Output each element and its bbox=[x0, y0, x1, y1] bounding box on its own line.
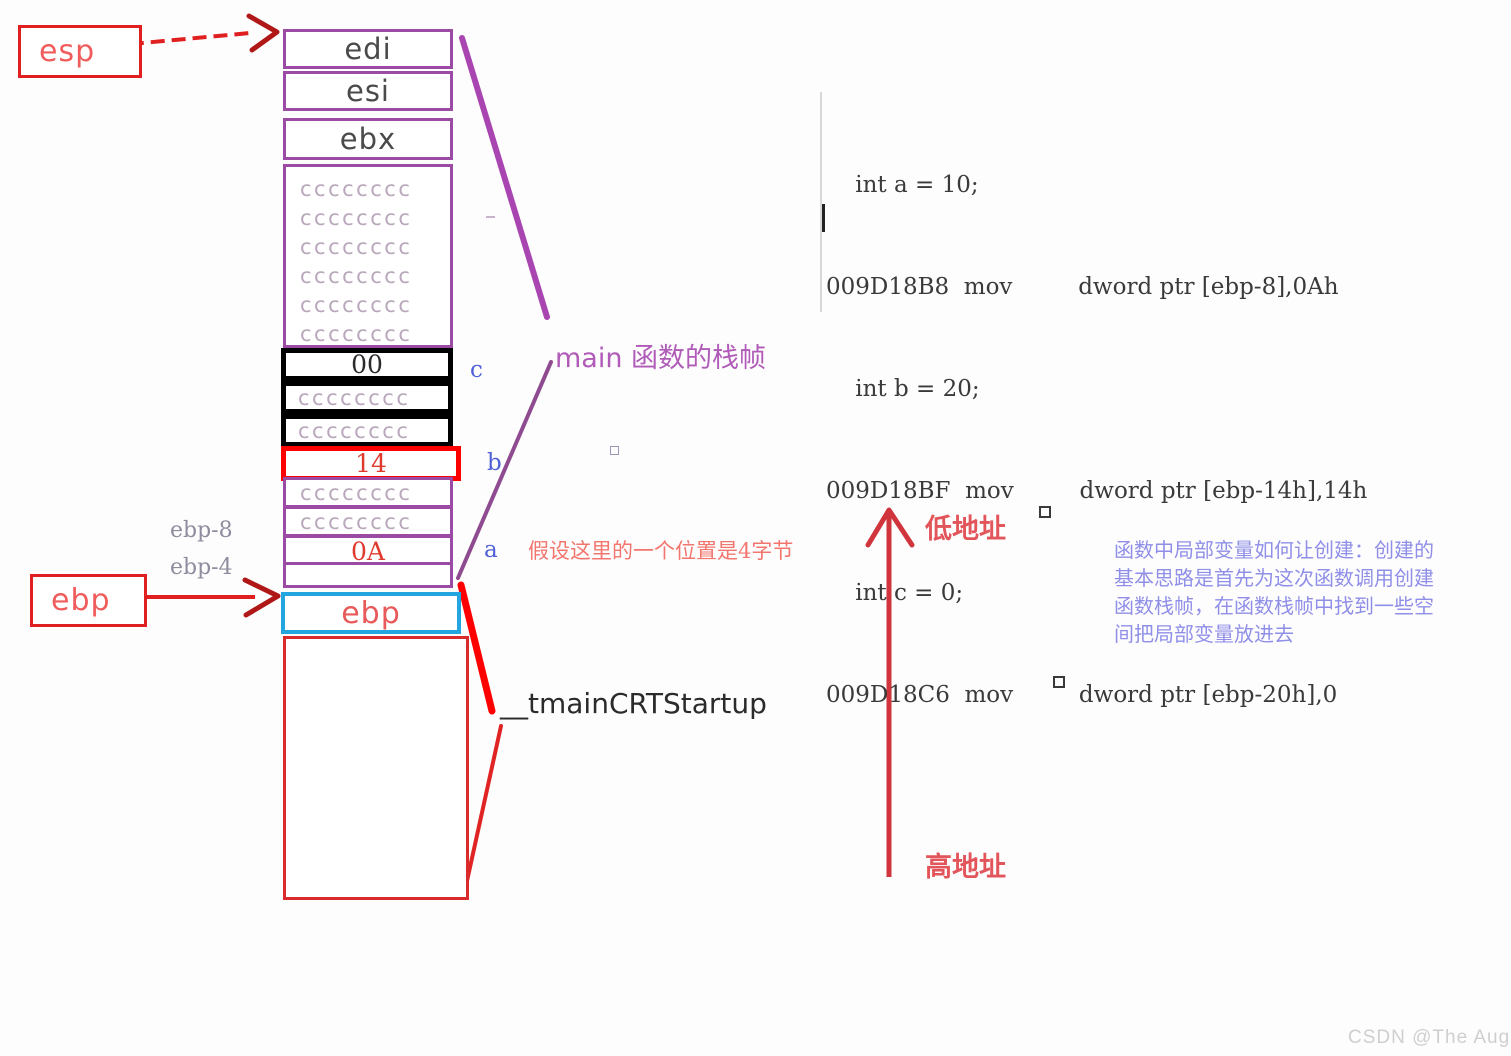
stack-cell-ebx: ebx bbox=[283, 118, 453, 160]
stack-cell-c-value-label: 00 bbox=[351, 350, 383, 379]
stack-cell-c-filler-1-label: cccccccc bbox=[298, 385, 411, 410]
code-listing-panel: int a = 10; 009D18B8 mov dword ptr [ebp-… bbox=[820, 92, 1460, 708]
stack-cell-b-filler-2-label: cccccccc bbox=[300, 509, 413, 534]
stack-cell-c-value: 00 bbox=[281, 348, 453, 381]
watermark: CSDN @The August bbox=[1348, 1027, 1511, 1048]
stack-cell-b-filler-1: cccccccc bbox=[283, 477, 453, 508]
annotation-main-frame: main 函数的栈帧 bbox=[555, 343, 767, 374]
stack-cell-saved-ebp-label: ebp bbox=[341, 595, 401, 631]
stack-cell-c-filler-2: cccccccc bbox=[281, 414, 453, 447]
esp-register-box: esp bbox=[18, 25, 142, 78]
stack-filler-block: cccccccc cccccccc cccccccc cccccccc cccc… bbox=[283, 164, 453, 348]
var-letter-c: c bbox=[470, 357, 483, 383]
code-line: 009D18BF mov dword ptr [ebp-14h],14h bbox=[826, 478, 1368, 504]
annotation-four-bytes: 假设这里的一个位置是4字节 bbox=[528, 539, 794, 563]
var-letter-a: a bbox=[484, 537, 498, 563]
stack-cell-ebx-label: ebx bbox=[339, 122, 397, 156]
filler-row: cccccccc bbox=[300, 322, 413, 346]
code-left-rule bbox=[820, 92, 822, 312]
ebp-arrow-head bbox=[242, 577, 281, 618]
esp-arrow-head bbox=[246, 13, 280, 53]
code-line: 009D18B8 mov dword ptr [ebp-8],0Ah bbox=[826, 274, 1339, 300]
ebp-register-box: ebp bbox=[30, 574, 147, 627]
caller-frame-box bbox=[283, 636, 469, 900]
code-line: int a = 10; bbox=[826, 172, 979, 198]
stack-cell-esi: esi bbox=[283, 71, 453, 111]
stack-cell-c-filler-2-label: cccccccc bbox=[298, 418, 411, 443]
code-caret bbox=[822, 204, 825, 232]
diagram-canvas: esp ebp edi esi ebx cccccccc cccccccc cc… bbox=[0, 0, 1511, 1056]
filler-row: cccccccc bbox=[300, 235, 413, 259]
stack-cell-edi: edi bbox=[283, 29, 453, 69]
code-line: int b = 20; bbox=[826, 376, 980, 402]
stack-cell-b-value: 14 bbox=[281, 446, 461, 481]
stray-square-mark-2 bbox=[1053, 676, 1065, 688]
stack-cell-saved-ebp: ebp bbox=[281, 592, 461, 634]
offset-label-ebp-minus-8: ebp-8 bbox=[170, 518, 233, 543]
code-line: 009D18C6 mov dword ptr [ebp-20h],0 bbox=[826, 682, 1338, 708]
esp-register-label: esp bbox=[39, 34, 96, 69]
ebp-register-label: ebp bbox=[51, 583, 111, 618]
stray-square-mark-1 bbox=[1039, 506, 1051, 518]
stack-cell-b-value-label: 14 bbox=[355, 449, 387, 478]
code-listing: int a = 10; 009D18B8 mov dword ptr [ebp-… bbox=[826, 92, 1460, 780]
filler-row: cccccccc bbox=[300, 293, 413, 317]
stack-cell-b-filler-2: cccccccc bbox=[283, 506, 453, 537]
main-frame-leader-top bbox=[459, 35, 550, 320]
filler-row: cccccccc bbox=[300, 206, 413, 230]
code-line: int c = 0; bbox=[826, 580, 964, 606]
stray-square-mark-3 bbox=[610, 446, 619, 455]
offset-label-ebp-minus-4: ebp-4 bbox=[170, 555, 233, 580]
stack-cell-esi-label: esi bbox=[345, 74, 390, 108]
stack-cell-b-filler-1-label: cccccccc bbox=[300, 480, 413, 505]
stack-cell-c-filler-1: cccccccc bbox=[281, 381, 453, 414]
stack-cell-a-pad bbox=[283, 562, 453, 588]
annotation-crt-startup: __tmainCRTStartup bbox=[500, 687, 767, 720]
stack-cell-edi-label: edi bbox=[344, 32, 392, 66]
filler-row: cccccccc bbox=[300, 177, 413, 201]
crt-leader-lower bbox=[463, 724, 503, 892]
var-letter-b: b bbox=[487, 450, 502, 476]
filler-row: cccccccc bbox=[300, 264, 413, 288]
annotation-high-address: 高地址 bbox=[925, 852, 1006, 883]
stray-dash-mark bbox=[486, 216, 495, 218]
